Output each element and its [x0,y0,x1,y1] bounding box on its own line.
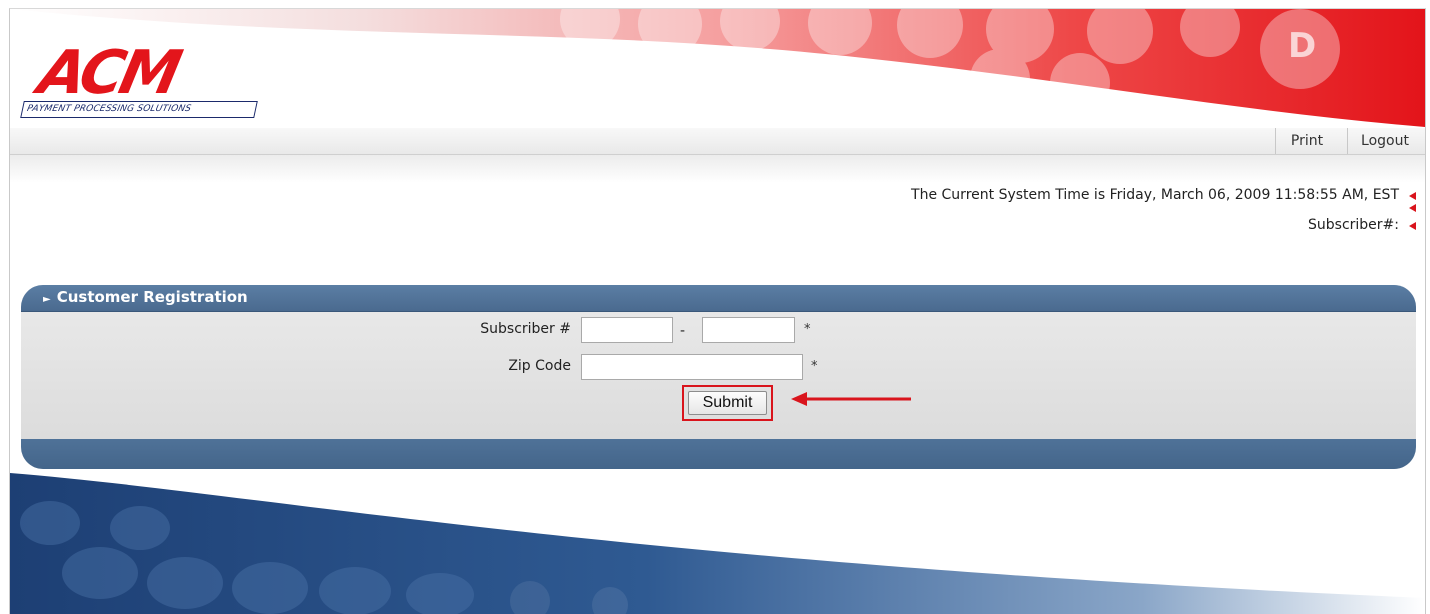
toolbar-shadow [10,155,1425,183]
subscriber-part2-input[interactable] [702,317,795,343]
zip-code-label: Zip Code [508,358,571,374]
subscriber-label: Subscriber # [480,321,571,337]
print-button[interactable]: Print [1275,128,1338,154]
top-toolbar: Print Logout [10,128,1425,155]
panel-title-text: Customer Registration [56,288,248,306]
zip-code-input[interactable] [581,354,803,380]
customer-registration-panel: ► Customer Registration Subscriber # - * … [21,285,1416,469]
subscriber-indicator-icon [1409,222,1416,230]
subscriber-info-text: Subscriber#: [1308,217,1399,233]
page-frame: D ACM PAYMENT PROCESSING SOLUTIONS Print… [9,8,1426,614]
acm-logo: ACM PAYMENT PROCESSING SOLUTIONS [20,38,262,119]
svg-text:D: D [1288,26,1316,66]
system-time-text: The Current System Time is Friday, March… [911,187,1399,203]
logout-button[interactable]: Logout [1347,128,1422,154]
subscriber-required-marker: * [804,322,811,337]
submit-highlight-box: Submit [682,385,773,421]
footer-decoration [10,473,1425,614]
footer-banner [10,473,1425,614]
blank-indicator-icon [1409,204,1416,212]
subscriber-part1-input[interactable] [581,317,673,343]
panel-footer [21,439,1416,469]
zip-required-marker: * [811,359,818,374]
logo-tagline: PAYMENT PROCESSING SOLUTIONS [20,101,258,118]
submit-button[interactable]: Submit [688,391,767,415]
subscriber-separator: - [680,323,686,339]
triangle-right-icon: ► [43,294,51,305]
time-indicator-icon [1409,192,1416,200]
header-banner: D ACM PAYMENT PROCESSING SOLUTIONS [10,9,1425,137]
panel-header: ► Customer Registration [21,285,1416,312]
panel-title: ► Customer Registration [43,288,248,306]
annotation-arrow-icon [791,392,911,406]
logo-wordmark: ACM [32,38,184,108]
